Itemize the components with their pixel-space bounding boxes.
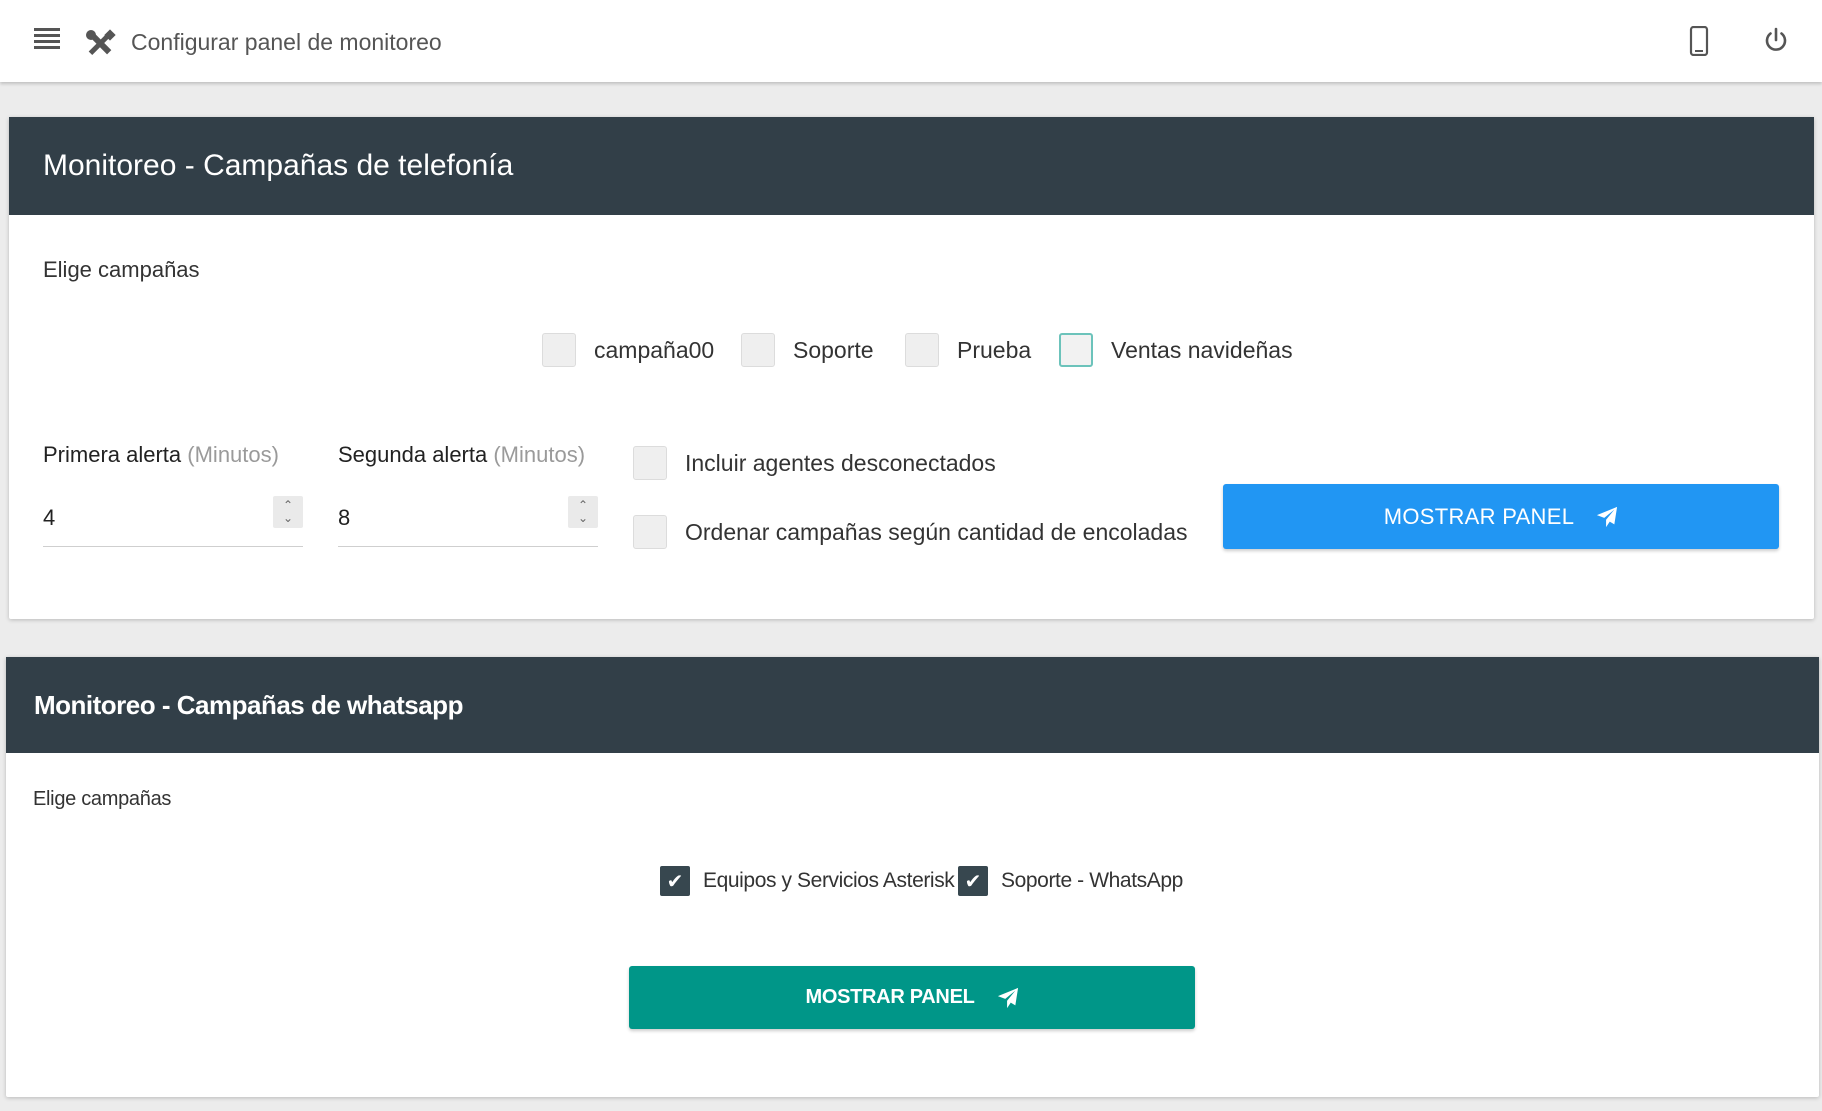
first-alert-input[interactable]: 4 ⌃ ⌄ bbox=[43, 491, 303, 547]
show-panel-label: MOSTRAR PANEL bbox=[805, 986, 975, 1008]
checkbox[interactable] bbox=[1059, 333, 1093, 367]
option-include-disconnected[interactable]: Incluir agentes desconectados bbox=[633, 446, 996, 480]
whatsapp-card: Monitoreo - Campañas de whatsapp Elige c… bbox=[6, 657, 1819, 1097]
first-alert-stepper[interactable]: ⌃ ⌄ bbox=[273, 496, 303, 528]
checkbox-checked[interactable]: ✔ bbox=[660, 866, 690, 896]
send-icon bbox=[997, 987, 1018, 1008]
tools-icon bbox=[86, 29, 116, 56]
telefonia-choose-label: Elige campañas bbox=[43, 257, 200, 282]
page-title: Configurar panel de monitoreo bbox=[131, 29, 442, 55]
campaign-label: Soporte bbox=[793, 336, 874, 363]
first-alert-label: Primera alerta (Minutos) bbox=[43, 442, 279, 468]
show-panel-button-whatsapp[interactable]: MOSTRAR PANEL bbox=[629, 966, 1195, 1029]
menu-icon[interactable] bbox=[34, 28, 60, 54]
send-icon bbox=[1597, 506, 1618, 527]
phone-icon[interactable] bbox=[1688, 26, 1710, 56]
checkbox[interactable] bbox=[905, 333, 939, 367]
campaign-checkbox-soporte[interactable]: Soporte bbox=[741, 333, 874, 367]
campaign-label: Soporte - WhatsApp bbox=[1001, 869, 1183, 892]
show-panel-button-telefonia[interactable]: MOSTRAR PANEL bbox=[1223, 484, 1779, 549]
option-label: Ordenar campañas según cantidad de encol… bbox=[685, 518, 1188, 545]
whatsapp-campaign-checkbox-asterisk[interactable]: ✔ Equipos y Servicios Asterisk bbox=[660, 866, 955, 896]
campaign-label: Equipos y Servicios Asterisk bbox=[703, 869, 955, 892]
chevron-down-icon[interactable]: ⌄ bbox=[578, 512, 588, 525]
first-alert-unit: (Minutos) bbox=[187, 442, 279, 467]
campaign-label: campaña00 bbox=[594, 336, 715, 363]
checkbox[interactable] bbox=[741, 333, 775, 367]
chevron-down-icon[interactable]: ⌄ bbox=[283, 512, 293, 525]
show-panel-label: MOSTRAR PANEL bbox=[1383, 503, 1575, 529]
second-alert-stepper[interactable]: ⌃ ⌄ bbox=[568, 496, 598, 528]
telefonia-card-title: Monitoreo - Campañas de telefonía bbox=[43, 149, 514, 182]
second-alert-input[interactable]: 8 ⌃ ⌄ bbox=[338, 491, 598, 547]
whatsapp-card-title: Monitoreo - Campañas de whatsapp bbox=[34, 689, 463, 720]
first-alert-value: 4 bbox=[43, 505, 56, 530]
telefonia-card: Monitoreo - Campañas de telefonía Elige … bbox=[9, 117, 1814, 619]
checkbox[interactable] bbox=[633, 446, 667, 480]
campaign-checkbox-campana00[interactable]: campaña00 bbox=[542, 333, 714, 367]
second-alert-value: 8 bbox=[338, 505, 351, 530]
second-alert-label: Segunda alerta (Minutos) bbox=[338, 442, 585, 468]
option-label: Incluir agentes desconectados bbox=[685, 449, 996, 476]
checkbox[interactable] bbox=[542, 333, 576, 367]
whatsapp-choose-label: Elige campañas bbox=[33, 788, 172, 810]
campaign-label: Ventas navideñas bbox=[1111, 336, 1293, 363]
top-bar: Configurar panel de monitoreo bbox=[0, 0, 1822, 82]
campaign-label: Prueba bbox=[957, 336, 1032, 363]
power-icon[interactable] bbox=[1762, 26, 1790, 54]
second-alert-label-text: Segunda alerta bbox=[338, 442, 488, 467]
first-alert-label-text: Primera alerta bbox=[43, 442, 182, 467]
campaign-checkbox-ventas-navidenas[interactable]: Ventas navideñas bbox=[1059, 333, 1293, 367]
option-sort-by-queued[interactable]: Ordenar campañas según cantidad de encol… bbox=[633, 515, 1188, 549]
telefonia-card-header: Monitoreo - Campañas de telefonía bbox=[9, 117, 1814, 215]
whatsapp-card-header: Monitoreo - Campañas de whatsapp bbox=[6, 657, 1819, 753]
campaign-checkbox-prueba[interactable]: Prueba bbox=[905, 333, 1031, 367]
checkbox[interactable] bbox=[633, 515, 667, 549]
whatsapp-campaign-checkbox-soporte[interactable]: ✔ Soporte - WhatsApp bbox=[958, 866, 1183, 896]
second-alert-unit: (Minutos) bbox=[493, 442, 586, 467]
checkbox-checked[interactable]: ✔ bbox=[958, 866, 988, 896]
